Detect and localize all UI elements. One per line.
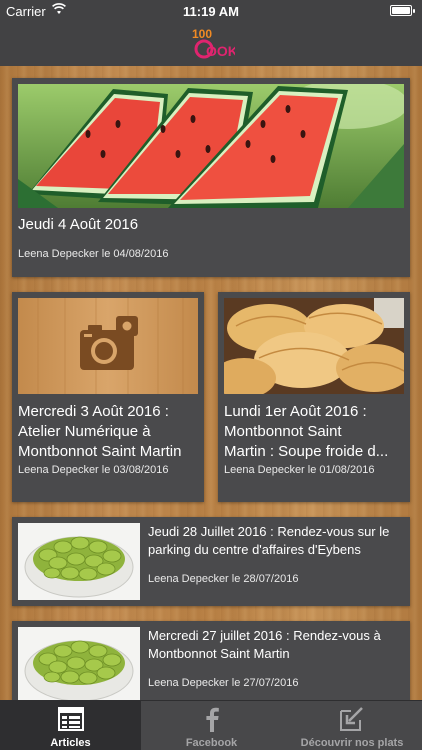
article-title: Mercredi 27 juillet 2016 : Rendez-vous à…: [148, 628, 381, 661]
article-byline: Leena Depecker le 01/08/2016: [224, 464, 375, 476]
svg-text:OOK: OOK: [206, 43, 235, 59]
article-title: Jeudi 28 Juillet 2016 : Rendez-vous sur …: [148, 524, 390, 557]
article-byline: Leena Depecker le 28/07/2016: [148, 573, 299, 585]
article-card[interactable]: Lundi 1er Août 2016 : Montbonnot Saint M…: [218, 292, 410, 502]
articles-icon: [57, 707, 84, 731]
article-card[interactable]: Mercredi 3 Août 2016 : Atelier Numérique…: [12, 292, 204, 502]
navigation-bar: 100 OOK: [0, 22, 422, 66]
battery-icon: [390, 5, 415, 16]
article-card-featured[interactable]: Jeudi 4 Août 2016 Leena Depecker le 04/0…: [12, 78, 410, 277]
tab-label: Facebook: [185, 737, 238, 749]
article-feed[interactable]: Jeudi 4 Août 2016 Leena Depecker le 04/0…: [0, 66, 422, 700]
facebook-icon: [205, 707, 219, 732]
article-image-watermelon: [18, 84, 404, 208]
tab-label: Découvrir nos plats: [300, 737, 404, 749]
article-byline: Leena Depecker le 03/08/2016: [18, 464, 169, 476]
article-image-fava-beans: [18, 523, 140, 600]
tab-articles[interactable]: Articles: [0, 701, 141, 750]
clock: 11:19 AM: [183, 4, 239, 19]
tab-facebook[interactable]: Facebook: [141, 701, 282, 750]
tab-bar: Articles Facebook Découvrir nos plats: [0, 700, 422, 750]
article-byline: Leena Depecker le 27/07/2016: [148, 677, 299, 689]
tab-label: Articles: [50, 737, 91, 749]
article-title: Lundi 1er Août 2016 : Montbonnot Saint M…: [224, 403, 389, 460]
discover-icon: [340, 707, 363, 731]
article-title: Jeudi 4 Août 2016: [18, 216, 139, 233]
svg-text:100: 100: [192, 27, 212, 41]
article-card[interactable]: Jeudi 28 Juillet 2016 : Rendez-vous sur …: [12, 517, 410, 606]
article-image-empanadas: [224, 298, 404, 394]
article-image-fava-beans: [18, 627, 140, 700]
camera-placeholder-icon: [18, 298, 198, 394]
app-logo: 100 OOK: [192, 27, 235, 59]
status-bar: Carrier 11:19 AM: [0, 0, 422, 22]
article-title: Mercredi 3 Août 2016 : Atelier Numérique…: [18, 403, 182, 460]
article-byline: Leena Depecker le 04/08/2016: [18, 248, 169, 260]
article-card[interactable]: Mercredi 27 juillet 2016 : Rendez-vous à…: [12, 621, 410, 700]
tab-discover-dishes[interactable]: Découvrir nos plats: [282, 701, 422, 750]
